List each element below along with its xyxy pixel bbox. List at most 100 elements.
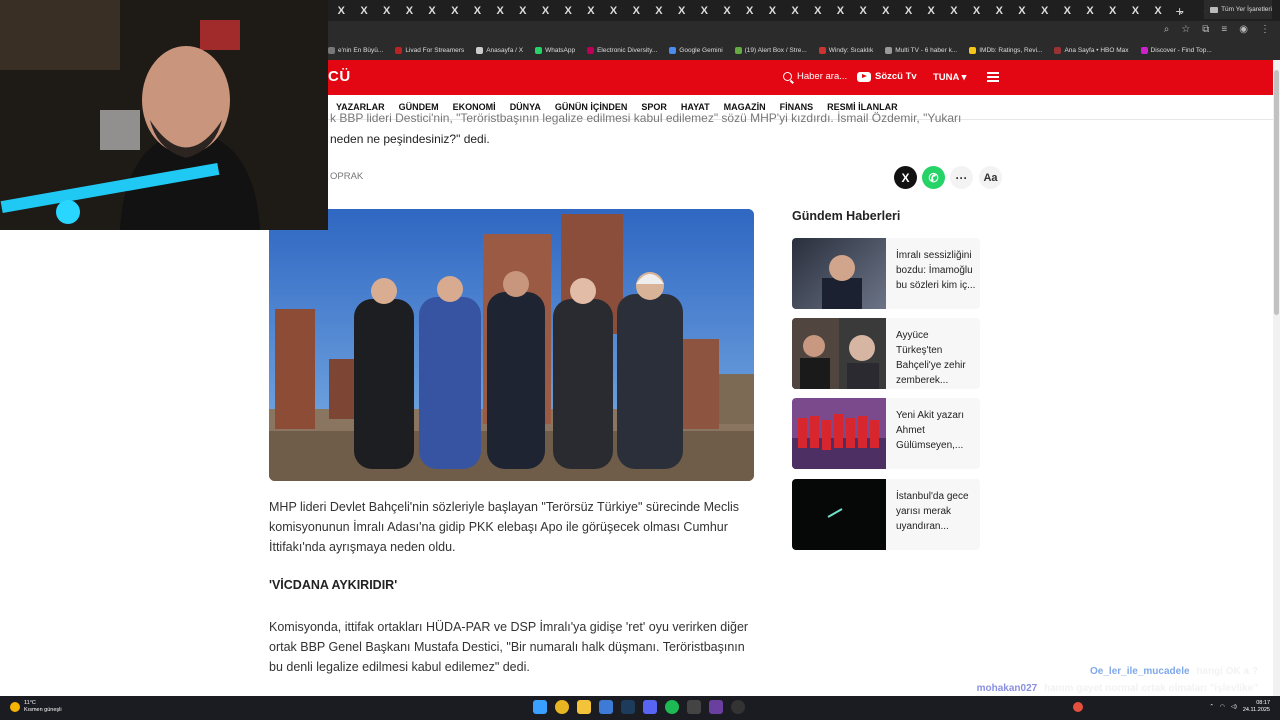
bookmark-item[interactable]: Anasayfa / X: [476, 47, 523, 54]
browser-tab[interactable]: X: [375, 0, 398, 21]
bookmark-star-icon[interactable]: ☆: [1181, 24, 1190, 35]
webcam-overlay: [0, 0, 328, 230]
browser-tab[interactable]: X: [670, 0, 693, 21]
browser-tab[interactable]: X: [353, 0, 376, 21]
steam-icon[interactable]: [621, 700, 635, 714]
browser-tab[interactable]: X: [920, 0, 943, 21]
reading-list-icon[interactable]: ≡: [1221, 24, 1227, 35]
minimize-list-icon[interactable]: ⌄: [1177, 4, 1186, 17]
bookmark-label: WhatsApp: [545, 47, 576, 54]
browser-tab[interactable]: X: [897, 0, 920, 21]
browser-tab[interactable]: X: [512, 0, 535, 21]
weather-widget[interactable]: 11°C Kısmen güneşli: [10, 700, 62, 714]
font-size-button[interactable]: Aa: [979, 166, 1002, 189]
hamburger-menu-icon[interactable]: [987, 72, 999, 82]
bookmark-item[interactable]: Ana Sayfa • HBO Max: [1054, 47, 1129, 54]
chrome-icon[interactable]: [555, 700, 569, 714]
share-whatsapp-button[interactable]: ✆: [922, 166, 945, 189]
browser-tab[interactable]: X: [716, 0, 739, 21]
bookmark-item[interactable]: Discover - Find Top...: [1140, 47, 1212, 54]
browser-tab[interactable]: X: [875, 0, 898, 21]
browser-tab[interactable]: X: [1056, 0, 1079, 21]
browser-tab[interactable]: X: [761, 0, 784, 21]
browser-tab[interactable]: X: [466, 0, 489, 21]
app-icon[interactable]: [599, 700, 613, 714]
profile-icon[interactable]: ◉: [1239, 24, 1248, 35]
share-more-button[interactable]: ···: [950, 166, 973, 189]
browser-tab[interactable]: X: [852, 0, 875, 21]
bookmark-item[interactable]: Livad For Streamers: [395, 47, 464, 54]
browser-tab[interactable]: X: [330, 0, 353, 21]
scrollbar-thumb[interactable]: [1274, 70, 1279, 315]
windows-start-icon[interactable]: [533, 700, 547, 714]
clock-time: 08:17: [1256, 700, 1270, 706]
menu-icon[interactable]: ⋮: [1260, 24, 1270, 35]
chevron-up-icon[interactable]: ⌃: [1209, 704, 1214, 710]
browser-tab[interactable]: X: [1124, 0, 1147, 21]
browser-tab[interactable]: X: [534, 0, 557, 21]
obs-icon[interactable]: [731, 700, 745, 714]
bookmark-item[interactable]: e'nin En Büyü...: [328, 47, 383, 54]
bookmark-item[interactable]: Multi TV - 6 haber k...: [885, 47, 957, 54]
news-card-title: Ayyüce Türkeş'ten Bahçeli'ye zehir zembe…: [896, 330, 966, 386]
browser-tab[interactable]: X: [829, 0, 852, 21]
epic-games-icon[interactable]: [687, 700, 701, 714]
sidebar-title: Gündem Haberleri: [792, 209, 901, 223]
extensions-icon[interactable]: ⧉: [1202, 24, 1209, 35]
browser-tab[interactable]: X: [965, 0, 988, 21]
browser-tab[interactable]: X: [625, 0, 648, 21]
bookmark-favicon-icon: [476, 47, 484, 54]
zoom-icon[interactable]: ⌕: [1164, 24, 1170, 35]
chat-message: Oe_ler_ile_mucadele hangi OK a ?: [1090, 666, 1258, 677]
news-card[interactable]: Ayyüce Türkeş'ten Bahçeli'ye zehir zembe…: [792, 318, 980, 389]
browser-tab[interactable]: X: [398, 0, 421, 21]
browser-tab[interactable]: X: [421, 0, 444, 21]
bookmark-item[interactable]: Electronic Diversity...: [587, 47, 657, 54]
news-card[interactable]: İmralı sessizliğini bozdu: İmamoğlu bu s…: [792, 238, 980, 309]
browser-tab[interactable]: X: [806, 0, 829, 21]
bookmark-item[interactable]: IMDb: Ratings, Revi...: [969, 47, 1042, 54]
bookmark-item[interactable]: WhatsApp: [535, 47, 575, 54]
tray-app-icon[interactable]: [1073, 702, 1084, 712]
bookmark-item[interactable]: (19) Alert Box / Stre...: [734, 47, 807, 54]
site-logo[interactable]: CÜ: [328, 68, 351, 85]
app-icon[interactable]: [709, 700, 723, 714]
news-card[interactable]: İstanbul'da gece yarısı merak uyandıran.…: [792, 479, 980, 550]
wifi-icon[interactable]: ◠: [1220, 704, 1225, 710]
browser-tab[interactable]: X: [1033, 0, 1056, 21]
browser-tab[interactable]: X: [489, 0, 512, 21]
bookmark-favicon-icon: [885, 47, 893, 54]
browser-tab[interactable]: X: [1101, 0, 1124, 21]
taskbar-apps: [533, 700, 745, 714]
people-thumbnail: [792, 318, 879, 389]
browser-tab[interactable]: X: [602, 0, 625, 21]
user-menu[interactable]: TUNA ▾: [933, 72, 966, 83]
share-x-button[interactable]: X: [894, 166, 917, 189]
browser-tab[interactable]: X: [693, 0, 716, 21]
browser-tab[interactable]: X: [648, 0, 671, 21]
author-name[interactable]: OPRAK: [330, 171, 363, 182]
browser-tab[interactable]: X: [580, 0, 603, 21]
bookmark-item[interactable]: Windy: Sıcaklık: [818, 47, 873, 54]
file-explorer-icon[interactable]: [577, 700, 591, 714]
search-button[interactable]: Haber ara...: [783, 71, 847, 82]
browser-tab[interactable]: X: [784, 0, 807, 21]
sozcu-tv-button[interactable]: Sözcü Tv: [857, 71, 917, 82]
bookmark-item[interactable]: Google Gemini: [669, 47, 723, 54]
browser-tab[interactable]: X: [943, 0, 966, 21]
browser-tab[interactable]: X: [557, 0, 580, 21]
all-bookmarks-button[interactable]: Tüm Yer İşaretleri: [1204, 0, 1272, 19]
browser-tab[interactable]: X: [1079, 0, 1102, 21]
browser-tab[interactable]: X: [1011, 0, 1034, 21]
chat-text: hanım gayet normal ortak olmaları "işlev…: [1043, 683, 1258, 694]
browser-tab[interactable]: X: [1147, 0, 1170, 21]
news-card[interactable]: Yeni Akit yazarı Ahmet Gülümseyen,...: [792, 398, 980, 469]
volume-icon[interactable]: ◁): [1231, 704, 1237, 710]
bookmark-favicon-icon: [734, 47, 742, 54]
discord-icon[interactable]: [643, 700, 657, 714]
clock[interactable]: 08:17 24.11.2025: [1243, 700, 1270, 714]
browser-tab[interactable]: X: [443, 0, 466, 21]
spotify-icon[interactable]: [665, 700, 679, 714]
browser-tab[interactable]: X: [738, 0, 761, 21]
browser-tab[interactable]: X: [988, 0, 1011, 21]
